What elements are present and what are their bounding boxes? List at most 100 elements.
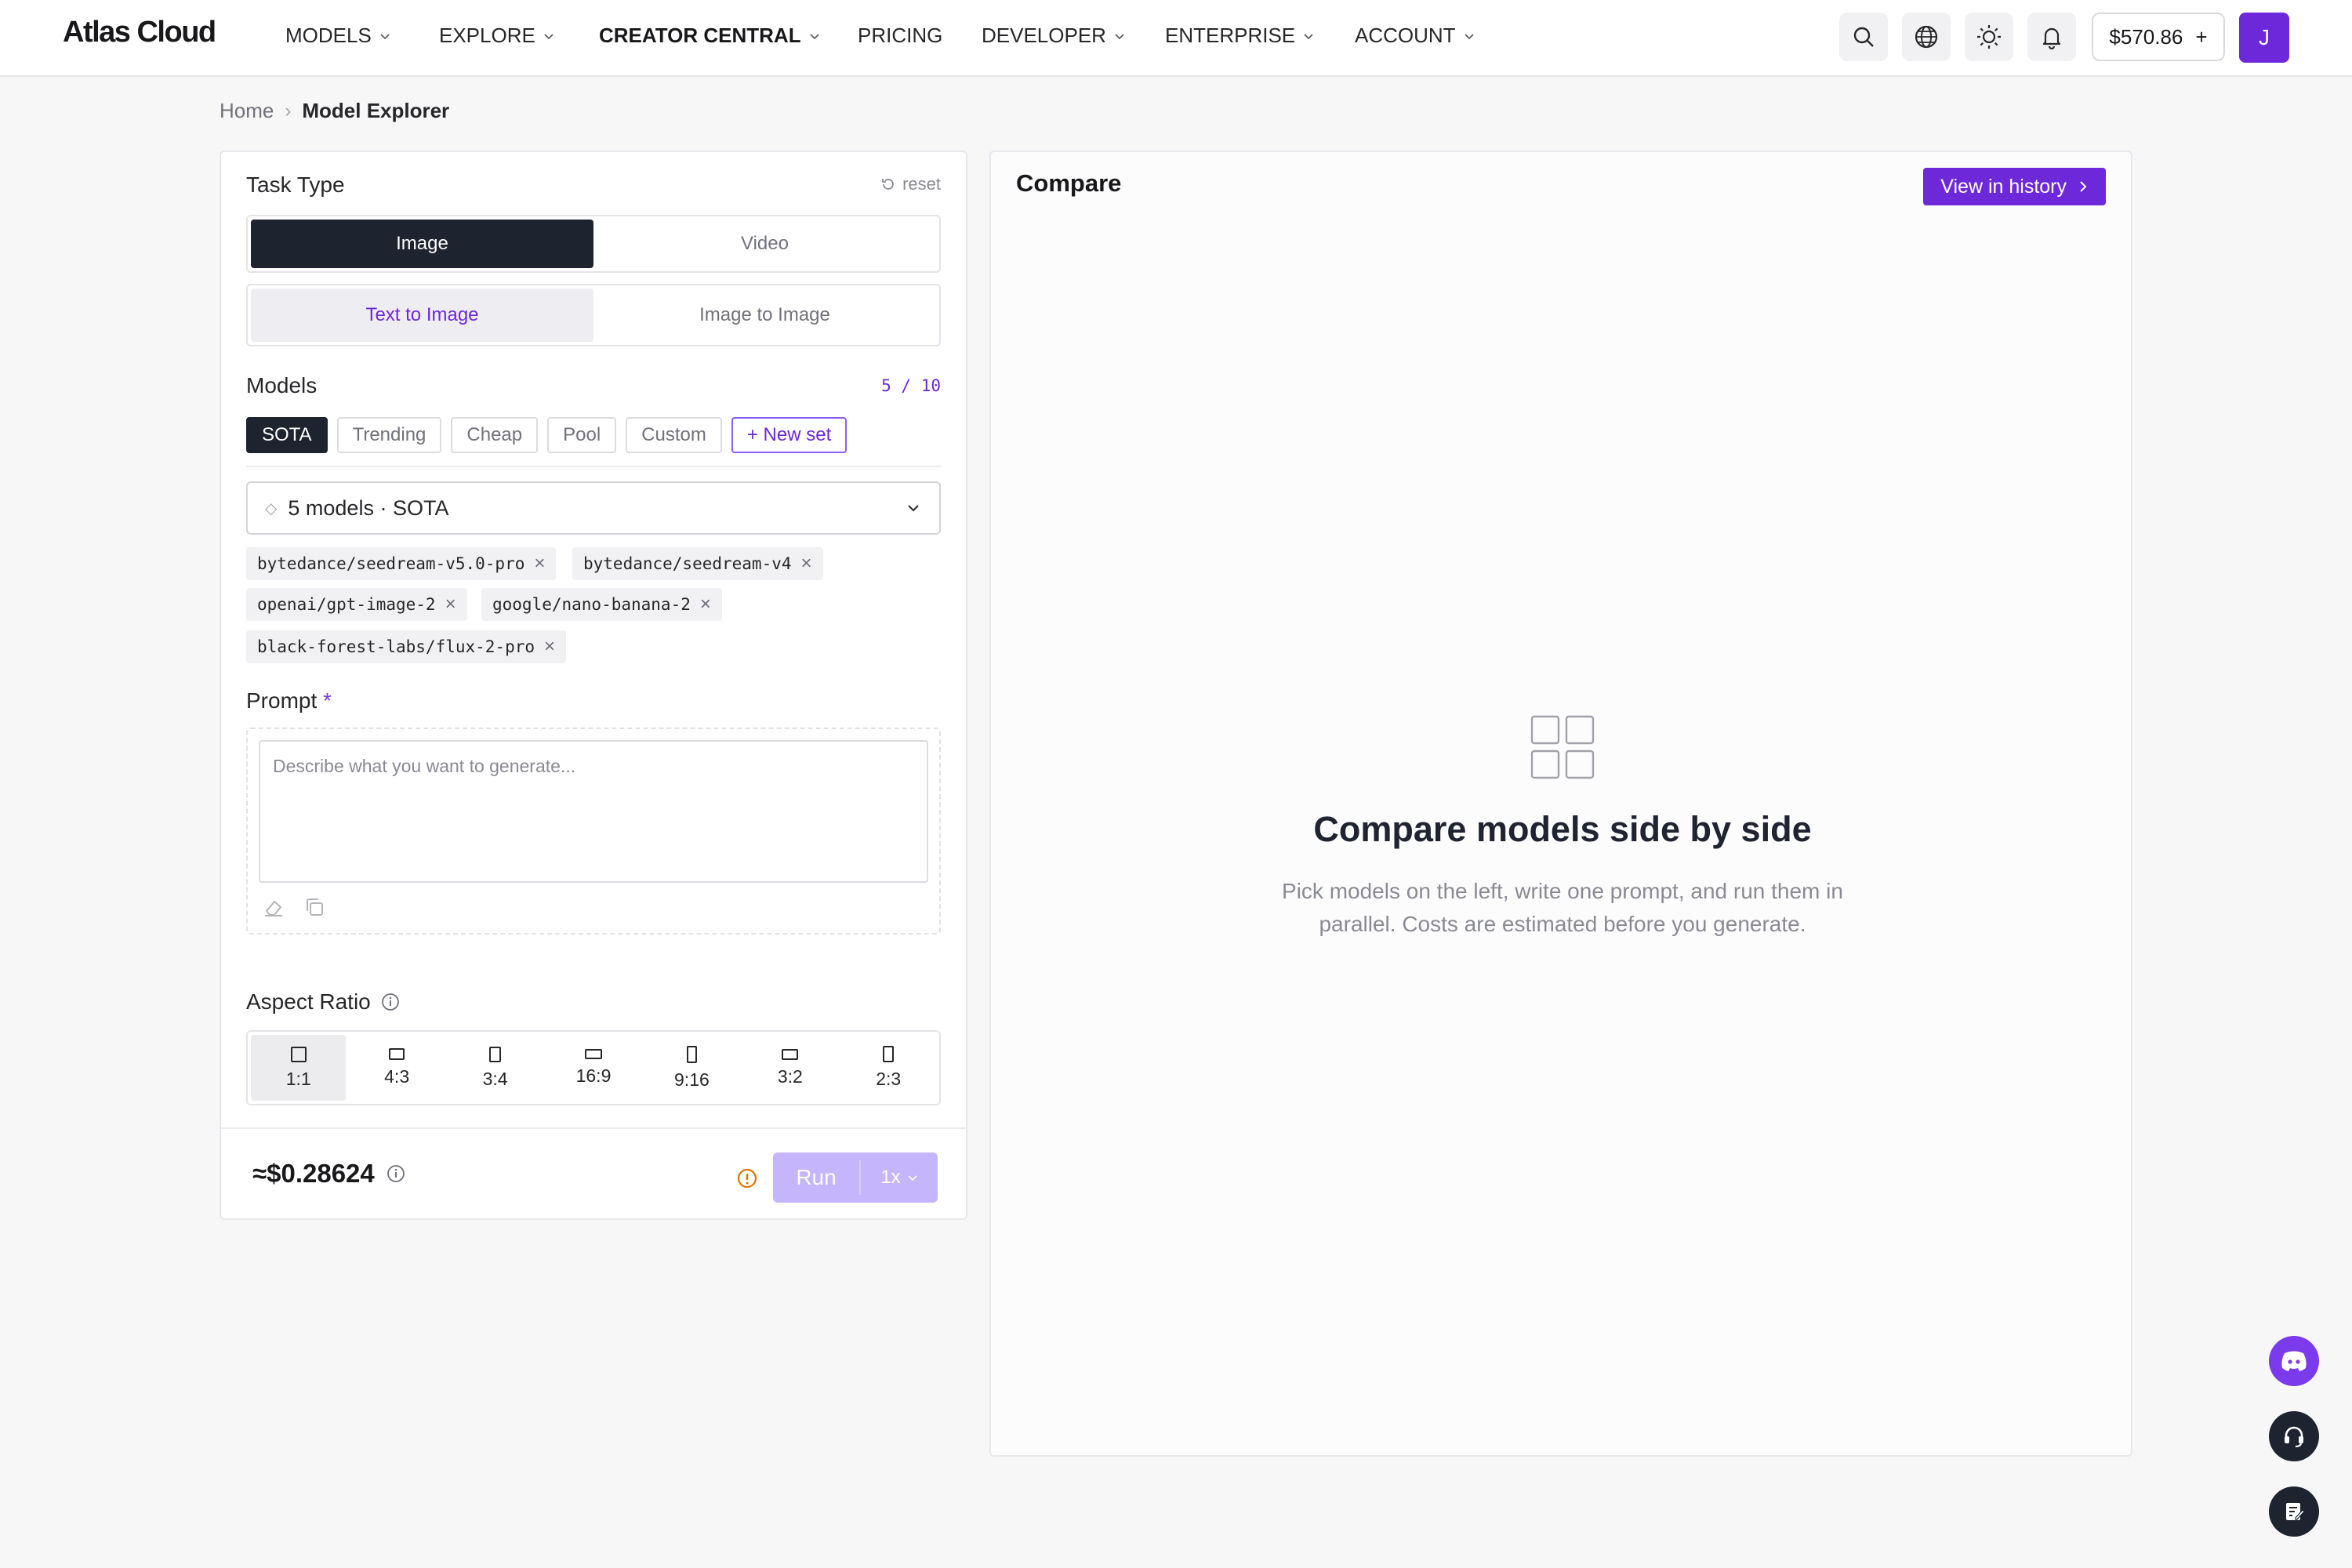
view-history-label: View in history [1940,175,2067,198]
close-icon[interactable]: × [445,593,456,615]
close-icon[interactable]: × [544,636,555,658]
divider [221,1127,966,1129]
landscape-shape-icon [782,1048,799,1060]
copy-icon[interactable] [303,895,326,919]
reset-button[interactable]: reset [880,174,941,194]
new-set-button[interactable]: + New set [731,417,848,453]
top-navbar: Atlas Cloud MODELS EXPLORE CREATOR CENTR… [0,0,2352,77]
discord-button[interactable] [2269,1336,2319,1386]
run-multiplier-select[interactable]: 1x [861,1167,938,1189]
model-tag-label: bytedance/seedream-v4 [583,554,792,573]
close-icon[interactable]: × [534,553,545,575]
nav-account[interactable]: ACCOUNT [1355,24,1475,48]
notes-icon [2286,1503,2305,1520]
support-button[interactable] [2269,1411,2319,1461]
model-tag-label: bytedance/seedream-v5.0-pro [257,554,525,573]
nav-label: DEVELOPER [982,24,1106,47]
aspect-option[interactable]: 3:2 [742,1035,837,1101]
portrait-shape-icon [489,1046,502,1062]
run-button[interactable]: Run 1x [773,1152,938,1203]
preset-pool[interactable]: Pool [547,417,617,453]
chevron-down-icon [810,33,819,39]
warning-icon[interactable] [735,1167,759,1190]
nav-developer[interactable]: DEVELOPER [982,24,1125,48]
nav-pricing[interactable]: PRICING [858,24,942,48]
square-shape-icon [290,1046,307,1062]
aspect-ratio-label: Aspect Ratio [246,989,401,1014]
task-type-image[interactable]: Image [251,220,593,268]
task-type-video[interactable]: Video [593,220,936,268]
model-set-select[interactable]: ◇ 5 models · SOTA [246,481,941,535]
model-tag-label: google/nano-banana-2 [492,595,691,614]
chevron-down-icon [544,33,554,39]
settings-panel: Task Type reset Image Video Text to Imag… [220,151,967,1220]
aspect-option[interactable]: 2:3 [841,1035,936,1101]
mode-image-to-image[interactable]: Image to Image [593,289,936,342]
info-icon[interactable] [386,1163,406,1184]
estimated-cost: ≈$0.28624 [252,1159,406,1189]
aspect-option[interactable]: 1:1 [251,1035,347,1101]
model-tag: black-forest-labs/flux-2-pro × [246,630,567,663]
nav-creator-central[interactable]: CREATOR CENTRAL [599,24,820,48]
divider [246,466,941,467]
balance-amount: $570.86 [2109,24,2183,49]
model-tag-label: openai/gpt-image-2 [257,595,436,614]
nav-enterprise[interactable]: ENTERPRISE [1165,24,1314,48]
aspect-ratio-label-text: Aspect Ratio [246,989,371,1014]
discord-icon [2281,1351,2307,1371]
aspect-option-label: 16:9 [575,1065,612,1086]
model-set-value: 5 models · SOTA [288,495,449,520]
aspect-option[interactable]: 16:9 [546,1035,641,1101]
aspect-option-label: 4:3 [384,1066,410,1087]
search-icon [1853,27,1874,47]
aspect-ratio-selector: 1:1 4:3 3:4 16:9 9:16 3:2 2:3 [246,1030,941,1105]
feedback-button[interactable] [2269,1486,2319,1537]
view-history-button[interactable]: View in history [1923,168,2106,205]
nav-label: ENTERPRISE [1165,24,1296,47]
eraser-icon[interactable] [262,895,285,919]
chevron-down-icon [908,505,919,512]
nav-label: EXPLORE [439,24,535,47]
empty-state-title: Compare models side by side [1313,809,1812,849]
model-preset-chips: SOTA Trending Cheap Pool Custom + New se… [246,417,848,453]
task-type-toggle: Image Video [246,215,941,273]
breadcrumb-current: Model Explorer [302,99,450,122]
info-icon[interactable] [380,992,401,1012]
aspect-option[interactable]: 4:3 [349,1035,444,1101]
nav-explore[interactable]: EXPLORE [439,24,554,48]
run-label: Run [796,1165,837,1189]
close-icon[interactable]: × [801,553,812,575]
language-button[interactable] [1902,13,1951,61]
models-count: 5 / 10 [881,376,941,395]
preset-sota[interactable]: SOTA [246,417,328,453]
avatar[interactable]: J [2239,13,2289,63]
prompt-input[interactable]: Describe what you want to generate... [259,740,928,883]
reset-icon [882,179,894,190]
theme-toggle-button[interactable] [1965,13,2013,61]
grid-icon [1530,715,1595,779]
estimated-cost-value: ≈$0.28624 [252,1159,375,1188]
breadcrumb-separator: › [285,100,292,122]
balance-button[interactable]: $570.86 + [2092,13,2225,61]
aspect-option[interactable]: 3:4 [448,1035,543,1101]
search-button[interactable] [1839,13,1888,61]
preset-trending[interactable]: Trending [336,417,442,453]
logo[interactable]: Atlas Cloud [63,16,216,49]
chevron-down-icon [380,33,390,39]
close-icon[interactable]: × [700,593,711,615]
notifications-button[interactable] [2027,13,2076,61]
breadcrumb-home[interactable]: Home [220,99,274,123]
add-funds-icon: + [2195,24,2208,49]
model-tag: google/nano-banana-2 × [481,588,722,621]
mode-text-to-image[interactable]: Text to Image [251,289,593,342]
nav-models[interactable]: MODELS [285,24,390,48]
bell-icon [2042,27,2061,50]
nav-label: MODELS [285,24,372,47]
preset-custom[interactable]: Custom [626,417,722,453]
preset-cheap[interactable]: Cheap [451,417,539,453]
diamond-icon: ◇ [265,499,278,517]
aspect-option[interactable]: 9:16 [644,1035,739,1101]
aspect-option-label: 1:1 [285,1068,311,1089]
model-tag: bytedance/seedream-v5.0-pro × [246,547,557,580]
mode-toggle: Text to Image Image to Image [246,284,941,347]
